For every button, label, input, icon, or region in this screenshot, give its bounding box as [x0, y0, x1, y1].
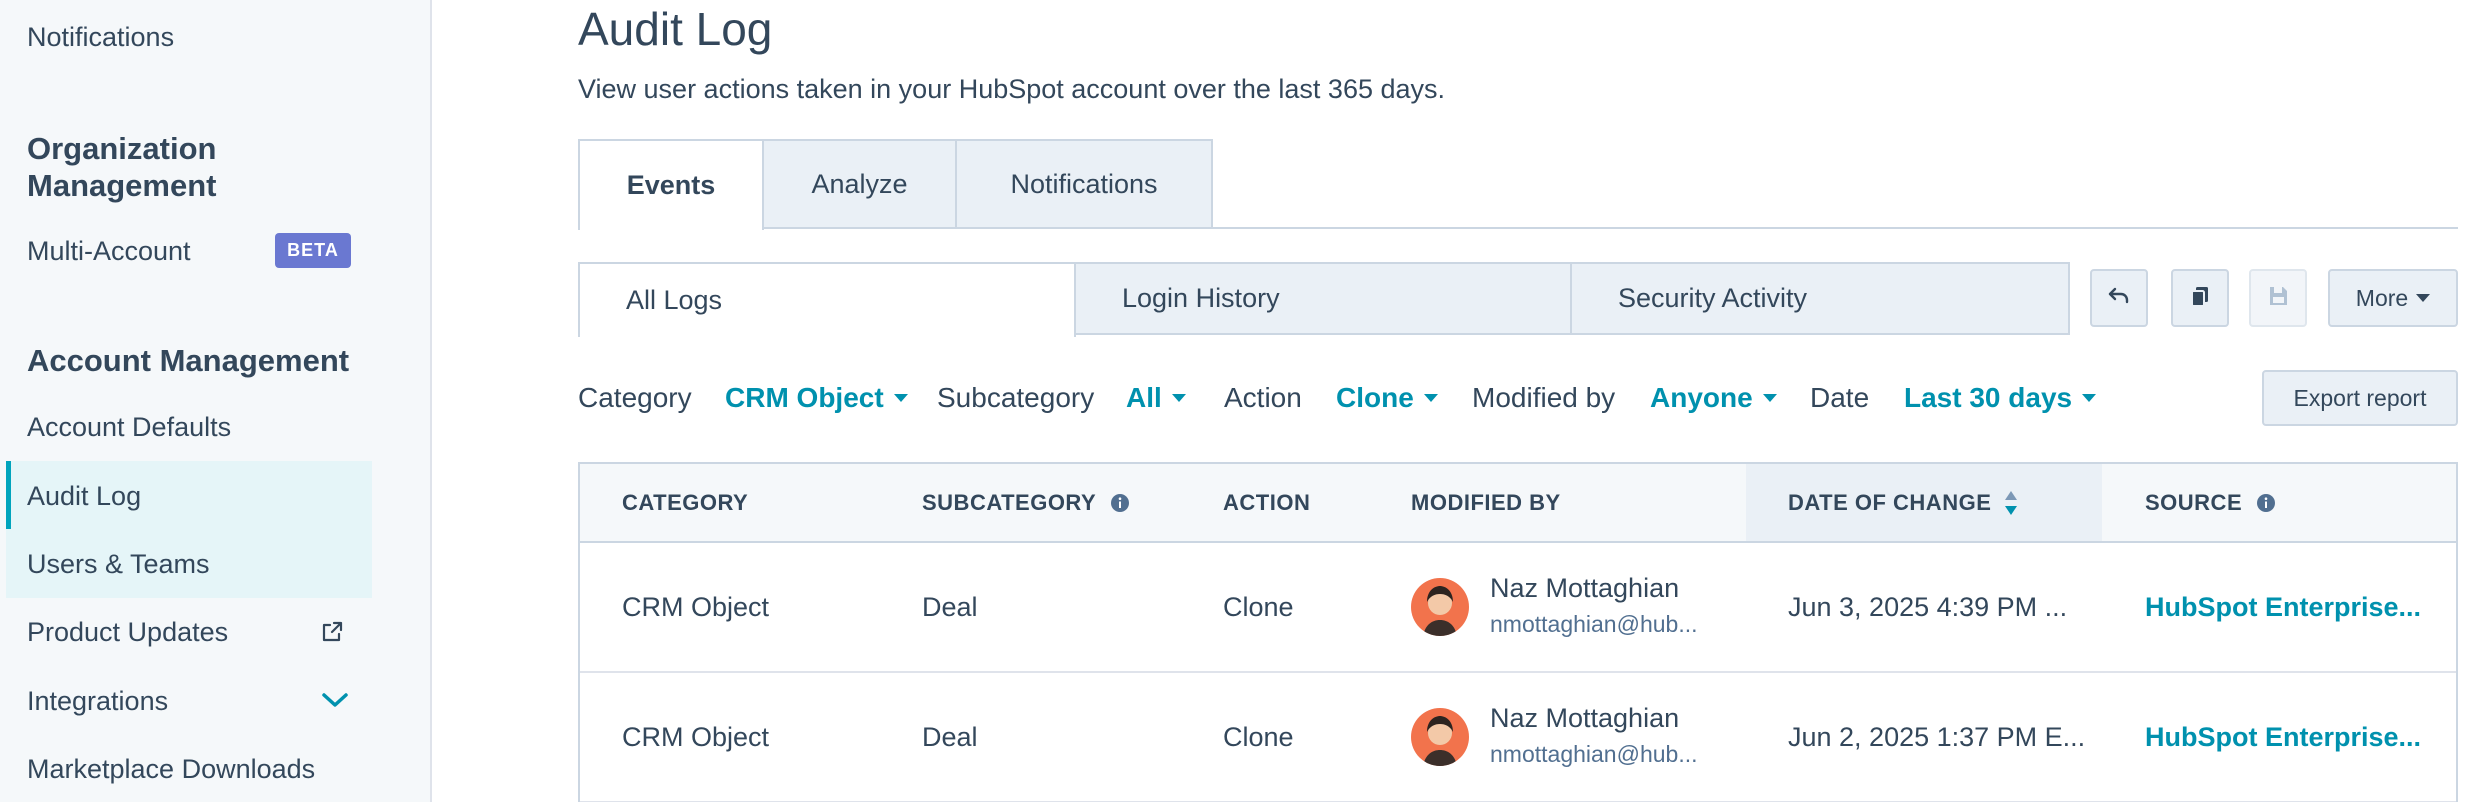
filter-action-value: Clone [1336, 382, 1414, 413]
subtab-security-activity[interactable]: Security Activity [1570, 262, 2070, 335]
subtab-login-history[interactable]: Login History [1074, 262, 1572, 335]
sidebar-active-indicator [6, 461, 11, 529]
filter-category-dropdown[interactable]: CRM Object [725, 382, 908, 414]
subtab-all-logs[interactable]: All Logs [578, 262, 1076, 337]
table-row[interactable]: CRM Object Deal Clone Naz Mottaghian nmo… [580, 543, 2456, 673]
filter-subcategory-dropdown[interactable]: All [1126, 382, 1186, 414]
caret-down-icon [2082, 394, 2097, 402]
cell-date: Jun 3, 2025 4:39 PM ... [1788, 591, 2068, 622]
more-label: More [2355, 284, 2409, 311]
caret-down-icon [1171, 394, 1186, 402]
tab-events[interactable]: Events [578, 139, 764, 230]
chevron-down-icon[interactable] [320, 690, 350, 715]
column-header-subcategory-label: SUBCATEGORY [922, 489, 1097, 515]
cell-category: CRM Object [622, 591, 770, 622]
external-link-icon[interactable] [320, 620, 344, 649]
cell-user-email: nmottaghian@hub... [1490, 741, 1698, 767]
cell-user-name: Naz Mottaghian [1490, 703, 1680, 733]
sidebar-item-users-teams[interactable]: Users & Teams [27, 549, 210, 580]
export-report-button[interactable]: Export report [2262, 370, 2458, 426]
caret-down-icon [893, 394, 908, 402]
filter-subcategory-value: All [1126, 382, 1162, 413]
column-header-subcategory[interactable]: SUBCATEGORY [922, 464, 1130, 541]
cell-category: CRM Object [622, 721, 770, 752]
cell-user-email: nmottaghian@hub... [1490, 611, 1698, 637]
beta-badge: BETA [275, 233, 351, 268]
filter-subcategory-label: Subcategory [937, 382, 1095, 413]
cell-action: Clone [1223, 721, 1294, 752]
audit-log-table: CATEGORY SUBCATEGORY ACTION MODIFIED BY … [578, 462, 2458, 802]
clone-button[interactable] [2171, 269, 2229, 327]
sidebar-heading-organization-management: Organization Management [27, 131, 217, 203]
filter-modified-by-dropdown[interactable]: Anyone [1650, 382, 1777, 414]
save-button[interactable] [2249, 269, 2307, 327]
table-header: CATEGORY SUBCATEGORY ACTION MODIFIED BY … [580, 464, 2456, 543]
column-header-category[interactable]: CATEGORY [622, 464, 748, 541]
sidebar: Notifications Organization Management Mu… [0, 0, 432, 802]
filter-category-value: CRM Object [725, 382, 884, 413]
cell-user-name: Naz Mottaghian [1490, 573, 1680, 603]
page-description: View user actions taken in your HubSpot … [578, 74, 1446, 104]
sidebar-item-account-defaults[interactable]: Account Defaults [27, 412, 231, 443]
sidebar-item-marketplace-downloads[interactable]: Marketplace Downloads [27, 754, 315, 785]
sidebar-item-notifications[interactable]: Notifications [27, 22, 174, 53]
info-icon[interactable] [1110, 493, 1130, 513]
cell-date: Jun 2, 2025 1:37 PM E... [1788, 721, 2086, 752]
filter-modified-by-value: Anyone [1650, 382, 1753, 413]
table-row[interactable]: CRM Object Deal Clone Naz Mottaghian nmo… [580, 673, 2456, 802]
info-icon[interactable] [2256, 493, 2276, 513]
column-header-date-label: DATE OF CHANGE [1788, 489, 1992, 515]
tab-notifications[interactable]: Notifications [955, 139, 1213, 228]
undo-icon [2107, 284, 2131, 313]
column-header-date-of-change[interactable]: DATE OF CHANGE [1788, 464, 2019, 541]
more-button[interactable]: More [2328, 269, 2458, 327]
caret-down-icon [1762, 394, 1777, 402]
filter-action-dropdown[interactable]: Clone [1336, 382, 1438, 414]
column-header-modified-by[interactable]: MODIFIED BY [1411, 464, 1561, 541]
caret-down-icon [2416, 294, 2431, 302]
cell-source-link[interactable]: HubSpot Enterprise... [2145, 543, 2421, 671]
filter-action-label: Action [1224, 382, 1302, 413]
page-title: Audit Log [578, 3, 773, 55]
cell-subcategory: Deal [922, 591, 978, 622]
filter-category-label: Category [578, 382, 692, 413]
sort-icon[interactable] [2003, 488, 2019, 518]
filter-modified-by-label: Modified by [1472, 382, 1616, 413]
sidebar-item-product-updates[interactable]: Product Updates [27, 617, 228, 648]
undo-button[interactable] [2090, 269, 2148, 327]
avatar [1411, 708, 1469, 766]
sidebar-item-multi-account[interactable]: Multi-Account [27, 236, 191, 267]
sidebar-item-audit-log[interactable]: Audit Log [27, 481, 141, 512]
tabs-divider [578, 227, 2458, 229]
column-header-action[interactable]: ACTION [1223, 464, 1310, 541]
column-header-source[interactable]: SOURCE [2145, 464, 2276, 541]
column-header-source-label: SOURCE [2145, 489, 2243, 515]
caret-down-icon [1423, 394, 1438, 402]
filter-date-label: Date [1810, 382, 1870, 413]
avatar [1411, 578, 1469, 636]
cell-source-link[interactable]: HubSpot Enterprise... [2145, 673, 2421, 801]
sidebar-item-integrations[interactable]: Integrations [27, 686, 168, 717]
tab-analyze[interactable]: Analyze [762, 139, 957, 228]
save-icon [2266, 284, 2290, 313]
cell-subcategory: Deal [922, 721, 978, 752]
clone-icon [2188, 284, 2212, 313]
filter-date-value: Last 30 days [1904, 382, 2073, 413]
sidebar-heading-account-management: Account Management [27, 343, 350, 378]
cell-action: Clone [1223, 591, 1294, 622]
filter-date-dropdown[interactable]: Last 30 days [1904, 382, 2097, 414]
